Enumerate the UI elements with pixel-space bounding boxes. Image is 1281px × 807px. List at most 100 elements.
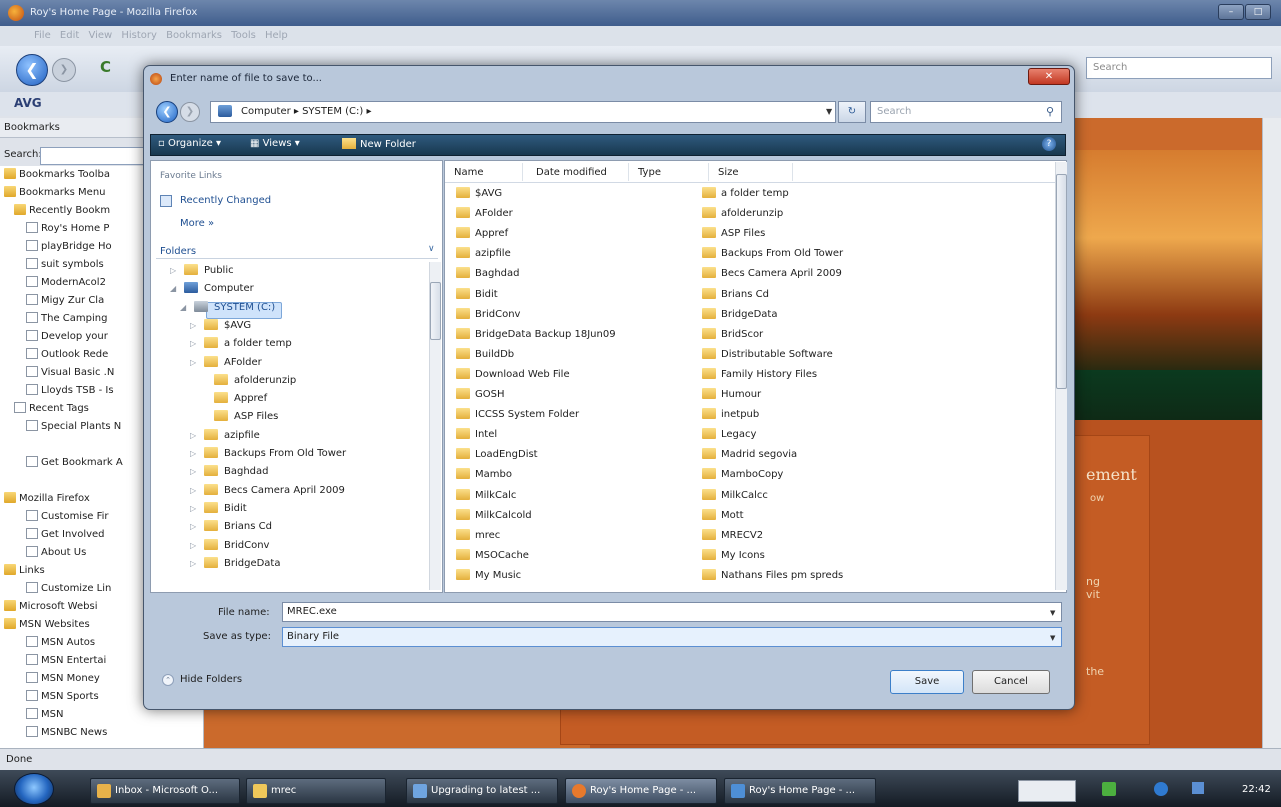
file-item[interactable]: Family History Files	[702, 366, 817, 384]
dialog-forward-button[interactable]: ❯	[180, 102, 200, 122]
expand-arrow-icon[interactable]: ▷	[190, 500, 200, 518]
tree-item[interactable]: ▷ BridConv	[190, 537, 269, 555]
reload-icon[interactable]: C	[100, 58, 111, 76]
file-item[interactable]: Humour	[702, 386, 761, 404]
file-item[interactable]: BridgeData	[702, 306, 777, 324]
file-item[interactable]: Becs Camera April 2009	[702, 265, 842, 283]
tree-item[interactable]: Appref	[200, 390, 267, 408]
save-as-type-select[interactable]: Binary File	[282, 627, 1062, 647]
chevron-down-icon[interactable]: ▼	[1050, 609, 1055, 617]
chevron-up-icon[interactable]: ⌃	[162, 674, 174, 686]
file-item[interactable]: LoadEngDist	[456, 446, 538, 464]
bookmark-item[interactable]: suit symbols	[26, 256, 104, 274]
taskbar-item-inbox[interactable]: Inbox - Microsoft O...	[90, 778, 240, 804]
tree-item[interactable]: ▷ AFolder	[190, 354, 262, 372]
tree-item[interactable]: afolderunzip	[200, 372, 296, 390]
chevron-down-icon[interactable]: ▼	[1050, 634, 1055, 642]
file-item[interactable]: MilkCalcc	[702, 487, 768, 505]
minimize-button[interactable]: –	[1218, 4, 1244, 20]
bookmark-item[interactable]: Recently Bookm	[14, 202, 110, 220]
bookmark-item[interactable]: MSN	[26, 706, 63, 724]
column-header-date-modified[interactable]: Date modified	[536, 167, 607, 178]
volume-icon[interactable]	[1192, 782, 1204, 794]
taskbar-item-upgrading[interactable]: Upgrading to latest ...	[406, 778, 558, 804]
views-button[interactable]: ▦ Views ▾	[250, 138, 300, 149]
chevron-down-icon[interactable]: ∨	[428, 244, 435, 254]
tree-item[interactable]: ▷ Brians Cd	[190, 518, 272, 536]
file-item[interactable]: ICCSS System Folder	[456, 406, 579, 424]
expand-arrow-icon[interactable]: ▷	[170, 262, 180, 280]
tree-item[interactable]: ▷ Bidit	[190, 500, 247, 518]
file-item[interactable]: Baghdad	[456, 265, 520, 283]
help-icon[interactable]: ?	[1042, 137, 1056, 151]
bookmark-item[interactable]: MSN Money	[26, 670, 100, 688]
bookmark-item[interactable]: The Camping	[26, 310, 107, 328]
tree-item[interactable]: ◢ SYSTEM (C:)	[180, 299, 275, 317]
bookmark-item[interactable]: MSN Entertai	[26, 652, 106, 670]
back-button[interactable]: ❮	[16, 54, 48, 86]
file-item[interactable]: Nathans Files pm spreds	[702, 567, 843, 585]
expand-arrow-icon[interactable]: ▷	[190, 518, 200, 536]
taskbar-item-roys-home-1[interactable]: Roy's Home Page - ...	[565, 778, 717, 804]
dialog-search-input[interactable]: Search	[870, 101, 1062, 123]
expand-arrow-icon[interactable]: ▷	[190, 335, 200, 353]
bookmark-item[interactable]: Outlook Rede	[26, 346, 108, 364]
tree-item[interactable]: ▷ Public	[170, 262, 234, 280]
tree-item[interactable]: ▷ Becs Camera April 2009	[190, 482, 345, 500]
expand-arrow-icon[interactable]: ▷	[190, 482, 200, 500]
bookmark-item[interactable]: MSNBC News	[26, 724, 107, 742]
column-header-size[interactable]: Size	[718, 167, 739, 178]
tree-item[interactable]: ▷ Baghdad	[190, 463, 269, 481]
tree-item[interactable]: ▷ BridgeData	[190, 555, 280, 573]
page-scrollbar[interactable]	[1262, 118, 1281, 748]
file-item[interactable]: MSOCache	[456, 547, 529, 565]
file-item[interactable]: BuildDb	[456, 346, 514, 364]
file-item[interactable]: afolderunzip	[702, 205, 783, 223]
chevron-down-icon[interactable]: ▼	[826, 107, 832, 116]
bookmark-item[interactable]: MSN Sports	[26, 688, 99, 706]
bookmark-item[interactable]: Develop your	[26, 328, 108, 346]
avg-logo[interactable]: AVG	[14, 96, 42, 110]
cancel-button[interactable]: Cancel	[972, 670, 1050, 694]
hide-folders-button[interactable]: Hide Folders	[180, 674, 242, 685]
dialog-close-button[interactable]: ✕	[1028, 68, 1070, 85]
file-item[interactable]: Mott	[702, 507, 744, 525]
expand-arrow-icon[interactable]: ▷	[190, 445, 200, 463]
tree-item[interactable]: ◢ Computer	[170, 280, 254, 298]
bookmark-item[interactable]: Get Involved	[26, 526, 105, 544]
taskbar-item-mrec[interactable]: mrec	[246, 778, 386, 804]
file-item[interactable]: ASP Files	[702, 225, 765, 243]
file-item[interactable]: mrec	[456, 527, 500, 545]
expand-arrow-icon[interactable]: ▷	[190, 537, 200, 555]
clock[interactable]: 22:42	[1242, 784, 1271, 795]
file-item[interactable]: Legacy	[702, 426, 756, 444]
bookmark-item[interactable]: MSN Websites	[4, 616, 90, 634]
file-item[interactable]: GOSH	[456, 386, 505, 404]
expand-arrow-icon[interactable]: ▷	[190, 555, 200, 573]
folders-toggle[interactable]: Folders	[160, 246, 196, 257]
bookmark-item[interactable]: About Us	[26, 544, 86, 562]
file-item[interactable]: MamboCopy	[702, 466, 783, 484]
browser-search-input[interactable]: Search	[1086, 57, 1272, 79]
file-item[interactable]: BridConv	[456, 306, 520, 324]
file-item[interactable]: inetpub	[702, 406, 759, 424]
file-name-input[interactable]: MREC.exe	[282, 602, 1062, 622]
file-item[interactable]: Download Web File	[456, 366, 570, 384]
file-item[interactable]: Intel	[456, 426, 497, 444]
bookmark-item[interactable]: Bookmarks Menu	[4, 184, 106, 202]
bookmark-item[interactable]: MSN Autos	[26, 634, 95, 652]
file-item[interactable]: MilkCalc	[456, 487, 516, 505]
recently-changed-link[interactable]: Recently Changed	[180, 195, 271, 206]
bookmark-item[interactable]: Customize Lin	[26, 580, 111, 598]
file-item[interactable]: MilkCalcold	[456, 507, 532, 525]
bookmark-item[interactable]: Get Bookmark A	[26, 454, 123, 472]
tree-item[interactable]: ▷ Backups From Old Tower	[190, 445, 346, 463]
bookmark-item[interactable]: Migy Zur Cla	[26, 292, 104, 310]
expand-arrow-icon[interactable]: ◢	[180, 299, 190, 317]
taskbar-item-roys-home-2[interactable]: Roy's Home Page - ...	[724, 778, 876, 804]
bookmark-item[interactable]: Mozilla Firefox	[4, 490, 90, 508]
file-item[interactable]: Mambo	[456, 466, 512, 484]
tray-widget[interactable]	[1018, 780, 1076, 802]
dialog-back-button[interactable]: ❮	[156, 101, 178, 123]
new-folder-button[interactable]: New Folder	[342, 138, 416, 150]
